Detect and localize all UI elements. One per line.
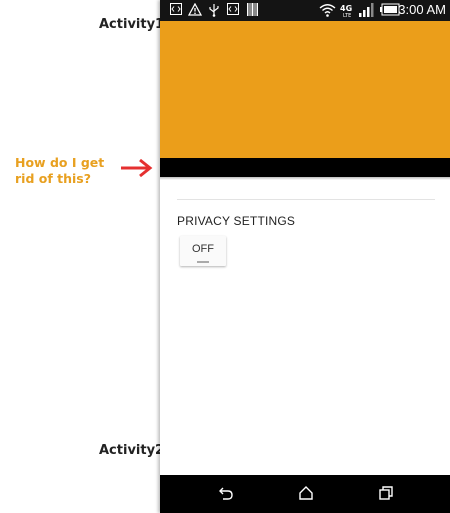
usb-icon — [209, 4, 219, 17]
status-bar: 4G LTE 3:00 AM — [160, 0, 450, 21]
recents-icon[interactable] — [378, 485, 394, 501]
signal-icon — [359, 3, 374, 17]
black-bar — [160, 158, 450, 177]
navigation-bar — [160, 475, 450, 513]
phone-screen: 4G LTE 3:00 AM PRIVACY SETTINGS OFF — [160, 0, 450, 513]
toggle-indicator — [197, 261, 209, 263]
toggle-label: OFF — [192, 243, 214, 255]
code-icon — [170, 3, 182, 15]
red-arrow-icon — [121, 158, 153, 178]
activity1-label: Activity1 — [99, 17, 165, 32]
lte-icon: 4G LTE — [340, 4, 352, 17]
battery-icon — [380, 3, 400, 16]
wifi-icon — [319, 4, 336, 17]
status-time: 3:00 — [398, 2, 424, 17]
orange-header — [160, 21, 450, 158]
warning-icon — [188, 3, 202, 16]
privacy-toggle-button[interactable]: OFF — [180, 236, 226, 266]
question-annotation: How do I get rid of this? — [15, 155, 105, 186]
back-icon[interactable] — [218, 485, 234, 501]
svg-text:LTE: LTE — [343, 13, 351, 17]
activity2-label: Activity2 — [99, 443, 165, 458]
privacy-settings-heading: PRIVACY SETTINGS — [177, 214, 296, 228]
status-ampm: AM — [426, 2, 447, 17]
status-clock: 3:00 AM — [398, 2, 446, 17]
code-icon — [227, 3, 239, 15]
barcode-icon — [247, 3, 258, 16]
svg-text:4G: 4G — [340, 4, 352, 13]
home-icon[interactable] — [298, 485, 314, 501]
divider — [177, 199, 435, 200]
toolbar-shadow — [160, 177, 450, 180]
